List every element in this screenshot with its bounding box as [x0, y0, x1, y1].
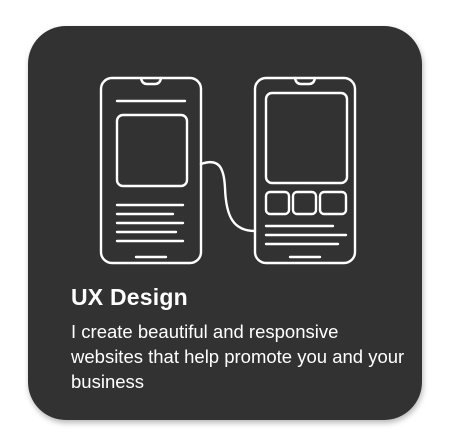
flow-connector-icon	[199, 160, 257, 233]
wireframe-phones-icon	[99, 76, 357, 265]
service-card: UX Design I create beautiful and respons…	[28, 26, 422, 420]
phone-right-icon	[253, 76, 357, 265]
card-description: I create beautiful and responsive websit…	[71, 321, 405, 392]
phone-left-icon	[99, 76, 203, 265]
card-title: UX Design	[71, 284, 188, 310]
